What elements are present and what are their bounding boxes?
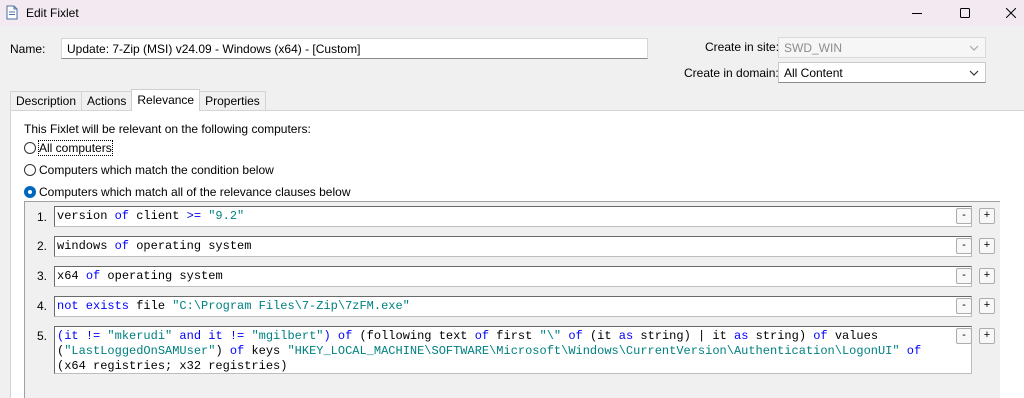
- clause-input[interactable]: (it != "mkerudi" and it != "mgilbert") o…: [54, 326, 972, 374]
- clause-token: of: [474, 329, 490, 343]
- clause-token: >=: [186, 209, 202, 223]
- clause-token: string): [748, 329, 814, 343]
- close-button[interactable]: [988, 0, 1024, 26]
- radio-label: Computers which match all of the relevan…: [39, 185, 351, 199]
- maximize-icon: [960, 8, 970, 18]
- clause-token: operating system: [129, 239, 252, 253]
- radio-all-computers[interactable]: All computers: [24, 140, 113, 156]
- domain-label: Create in domain:: [684, 66, 779, 80]
- maximize-button[interactable]: [942, 0, 988, 26]
- name-field[interactable]: Update: 7-Zip (MSI) v24.09 - Windows (x6…: [61, 38, 648, 59]
- clause-token: of: [337, 329, 353, 343]
- radio-match-condition[interactable]: Computers which match the condition belo…: [24, 163, 274, 177]
- clause-token: "mgilbert": [251, 329, 324, 343]
- clause-token: (x64 registries; x32 registries): [57, 359, 288, 373]
- clause-number: 3.: [37, 269, 48, 283]
- clause-token: as: [618, 329, 634, 343]
- clause-token: of: [229, 344, 245, 358]
- title-bar: Edit Fixlet: [0, 0, 1024, 26]
- clause-token: !=: [85, 329, 101, 343]
- clause-token: "C:\Program Files\7-Zip\7zFM.exe": [172, 299, 410, 313]
- clause-token: [900, 344, 907, 358]
- clause-token: ): [215, 344, 230, 358]
- clause-token: client: [129, 209, 187, 223]
- radio-label: All computers: [38, 140, 113, 156]
- clause-token: not exists: [57, 299, 130, 313]
- clause-input[interactable]: not exists file "C:\Program Files\7-Zip\…: [54, 296, 972, 317]
- clause-token: of: [85, 269, 101, 283]
- site-label: Create in site:: [705, 40, 780, 54]
- close-icon: [1006, 8, 1016, 18]
- clause-token: of: [114, 209, 130, 223]
- clause-token: first: [489, 329, 540, 343]
- clause-token: and it: [172, 329, 230, 343]
- remove-clause-button[interactable]: -: [956, 208, 972, 224]
- minimize-button[interactable]: [894, 0, 940, 26]
- clause-token: !=: [229, 329, 245, 343]
- clause-token: as: [734, 329, 749, 343]
- site-select[interactable]: SWD_WIN: [778, 37, 986, 58]
- window-title: Edit Fixlet: [26, 6, 79, 20]
- clause-token: (it: [57, 329, 86, 343]
- add-clause-button[interactable]: +: [979, 208, 995, 224]
- clause-token: x64: [57, 269, 86, 283]
- clause-token: "HKEY_LOCAL_MACHINE\SOFTWARE\Microsoft\W…: [287, 344, 900, 358]
- remove-clause-button[interactable]: -: [956, 298, 972, 314]
- clause-token: of: [906, 344, 922, 358]
- clause-token: file: [129, 299, 173, 313]
- clause-token: "LastLoggedOnSAMUser": [64, 344, 216, 358]
- clause-token: "\": [539, 329, 562, 343]
- site-select-value: SWD_WIN: [784, 41, 842, 55]
- clause-token: version: [57, 209, 115, 223]
- relevance-clauses: 1. version of client >= "9.2" - + 2. win…: [24, 201, 1000, 398]
- tab-strip: Description Actions Relevance Properties: [10, 89, 266, 111]
- tab-relevance[interactable]: Relevance: [131, 89, 201, 111]
- radio-dot: [24, 186, 36, 198]
- domain-select[interactable]: All Content: [778, 62, 986, 83]
- clause-input[interactable]: x64 of operating system: [54, 266, 972, 287]
- chevron-down-icon: [969, 45, 979, 51]
- clause-token: "mkerudi": [107, 329, 173, 343]
- minimize-icon: [912, 13, 922, 14]
- domain-select-value: All Content: [784, 66, 843, 80]
- radio-match-relevance[interactable]: Computers which match all of the relevan…: [24, 185, 350, 199]
- clause-token: (following text: [352, 329, 475, 343]
- clause-token: of: [568, 329, 583, 343]
- clause-token: "9.2": [208, 209, 245, 223]
- clause-token: of: [813, 329, 828, 343]
- radio-dot: [24, 142, 36, 154]
- clause-number: 4.: [37, 299, 48, 313]
- clause-number: 2.: [37, 239, 48, 253]
- clause-token: keys: [244, 344, 288, 358]
- add-clause-button[interactable]: +: [979, 268, 995, 284]
- clause-token: string) | it: [633, 329, 734, 343]
- name-label: Name:: [10, 42, 46, 56]
- add-clause-button[interactable]: +: [979, 328, 995, 344]
- remove-clause-button[interactable]: -: [956, 328, 972, 344]
- radio-label: Computers which match the condition belo…: [39, 163, 274, 177]
- document-icon: [6, 5, 18, 20]
- clause-input[interactable]: windows of operating system: [54, 236, 972, 257]
- relevance-intro: This Fixlet will be relevant on the foll…: [24, 122, 311, 136]
- add-clause-button[interactable]: +: [979, 298, 995, 314]
- add-clause-button[interactable]: +: [979, 238, 995, 254]
- clause-token: (it: [582, 329, 619, 343]
- radio-dot: [24, 164, 36, 176]
- remove-clause-button[interactable]: -: [956, 238, 972, 254]
- clause-token: operating system: [100, 269, 223, 283]
- chevron-down-icon: [969, 70, 979, 76]
- clause-token: ): [323, 329, 338, 343]
- clause-token: of: [114, 239, 130, 253]
- tab-actions[interactable]: Actions: [81, 91, 133, 111]
- tab-properties[interactable]: Properties: [199, 91, 266, 111]
- clause-token: windows: [57, 239, 115, 253]
- clause-number: 5.: [37, 329, 48, 343]
- tab-description[interactable]: Description: [10, 91, 83, 111]
- clause-number: 1.: [37, 210, 48, 224]
- clause-input[interactable]: version of client >= "9.2": [54, 206, 972, 227]
- remove-clause-button[interactable]: -: [956, 268, 972, 284]
